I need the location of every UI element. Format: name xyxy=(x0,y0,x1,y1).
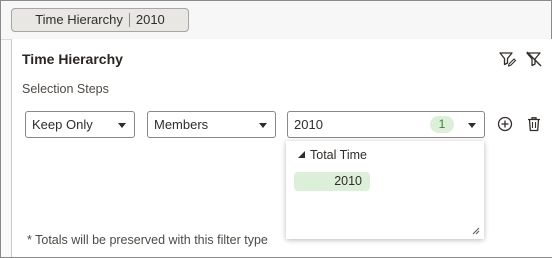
tree-node-selected-member[interactable]: 2010 xyxy=(294,172,370,191)
step-action-value: Keep Only xyxy=(32,117,93,132)
members-dropdown: Total Time 2010 xyxy=(286,141,484,239)
selected-count-badge: 1 xyxy=(430,116,454,133)
selection-steps-label: Selection Steps xyxy=(22,82,109,96)
chevron-down-icon xyxy=(118,123,126,128)
filter-chip[interactable]: Time Hierarchy 2010 xyxy=(11,8,189,32)
filter-chip-divider xyxy=(128,13,130,27)
panel-title: Time Hierarchy xyxy=(22,51,123,67)
filter-clear-icon[interactable] xyxy=(524,49,544,69)
expand-triangle-icon[interactable] xyxy=(298,151,305,158)
totals-footnote: * Totals will be preserved with this fil… xyxy=(27,233,268,247)
members-select-value: 2010 xyxy=(294,117,323,132)
filter-edit-icon[interactable] xyxy=(497,49,517,69)
members-select[interactable]: 2010 1 xyxy=(287,111,485,138)
chevron-down-icon[interactable] xyxy=(468,123,476,128)
step-action-select[interactable]: Keep Only xyxy=(25,111,135,138)
filter-chip-dimension: Time Hierarchy xyxy=(35,12,123,27)
step-type-select[interactable]: Members xyxy=(147,111,276,138)
step-type-value: Members xyxy=(154,117,209,132)
resize-grip-icon[interactable] xyxy=(472,227,480,235)
filter-panel: Time Hierarchy Selection Steps Keep Only… xyxy=(11,39,552,257)
trash-icon[interactable] xyxy=(525,115,543,133)
filter-editor-frame: Time Hierarchy 2010 Time Hierarchy Selec… xyxy=(0,0,552,258)
filter-chip-value: 2010 xyxy=(135,12,165,27)
filter-bar: Time Hierarchy 2010 xyxy=(1,1,551,40)
tree-node-total-time[interactable]: Total Time xyxy=(310,148,367,162)
chevron-down-icon xyxy=(259,123,267,128)
add-circle-icon[interactable] xyxy=(496,115,514,133)
